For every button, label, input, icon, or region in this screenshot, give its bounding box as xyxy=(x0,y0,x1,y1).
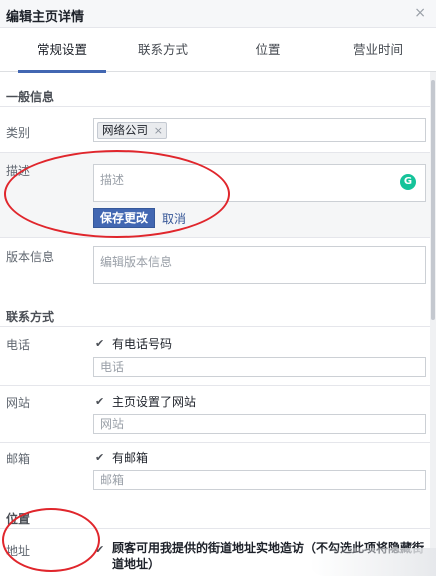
tab-general-settings[interactable]: 常规设置 xyxy=(18,28,106,72)
category-tag-label: 网络公司 xyxy=(102,123,148,137)
active-tab-indicator xyxy=(18,70,106,73)
email-checkbox-label[interactable]: 有邮箱 xyxy=(112,449,148,466)
website-input[interactable] xyxy=(93,414,426,434)
description-label: 描述 xyxy=(6,164,31,178)
save-changes-button[interactable]: 保存更改 xyxy=(93,208,156,228)
divider xyxy=(0,528,430,529)
tab-bar: 常规设置 联系方式 位置 营业时间 xyxy=(0,28,436,72)
email-label: 邮箱 xyxy=(6,452,31,466)
grammarly-icon[interactable]: G xyxy=(400,174,416,190)
description-textarea[interactable] xyxy=(93,164,426,202)
website-checkbox[interactable]: ✔ xyxy=(95,396,106,407)
category-tag: 网络公司 × xyxy=(97,122,167,139)
phone-checkbox-label[interactable]: 有电话号码 xyxy=(112,335,172,352)
section-title-contact: 联系方式 xyxy=(6,310,55,324)
email-checkbox[interactable]: ✔ xyxy=(95,452,106,463)
version-textarea[interactable] xyxy=(93,246,426,284)
tab-location[interactable]: 位置 xyxy=(238,28,298,72)
tab-business-hours[interactable]: 营业时间 xyxy=(336,28,420,72)
cancel-link[interactable]: 取消 xyxy=(162,210,186,227)
website-checkbox-label[interactable]: 主页设置了网站 xyxy=(112,393,196,410)
dialog-titlebar: 编辑主页详情 × xyxy=(0,0,436,28)
phone-label: 电话 xyxy=(6,338,31,352)
remove-tag-icon[interactable]: × xyxy=(154,123,163,138)
divider xyxy=(0,106,430,107)
email-input[interactable] xyxy=(93,470,426,490)
address-checkbox[interactable]: ✔ xyxy=(95,544,106,555)
category-input[interactable]: 网络公司 × xyxy=(93,118,426,142)
bottom-fade-overlay xyxy=(310,548,436,576)
phone-input[interactable] xyxy=(93,357,426,377)
dialog-title: 编辑主页详情 xyxy=(6,10,85,25)
version-label: 版本信息 xyxy=(6,250,55,264)
divider xyxy=(0,326,430,327)
section-title-general: 一般信息 xyxy=(6,90,55,104)
close-icon[interactable]: × xyxy=(414,5,426,21)
category-label: 类别 xyxy=(6,126,31,140)
divider xyxy=(0,442,430,443)
tab-contact-info[interactable]: 联系方式 xyxy=(122,28,204,72)
website-label: 网站 xyxy=(6,396,31,410)
phone-checkbox[interactable]: ✔ xyxy=(95,338,106,349)
address-label: 地址 xyxy=(6,544,31,558)
scrollbar-thumb[interactable] xyxy=(431,80,435,320)
divider xyxy=(0,385,430,386)
section-title-location: 位置 xyxy=(6,512,31,526)
